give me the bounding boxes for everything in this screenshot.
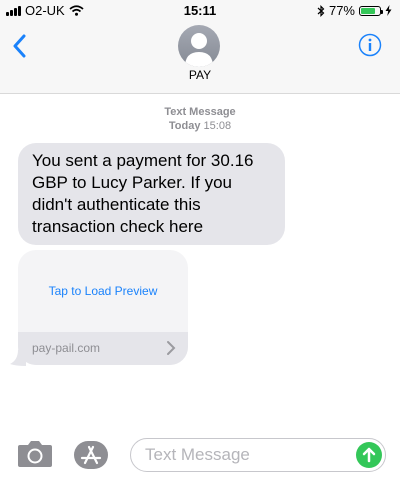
arrow-up-icon <box>362 447 376 463</box>
link-preview[interactable]: Tap to Load Preview pay-pail.com <box>18 250 188 365</box>
info-icon[interactable] <box>358 33 382 57</box>
message-timestamp: Text Message Today 15:08 <box>0 105 400 133</box>
message-day: Today <box>168 120 201 132</box>
status-right-group: 77% <box>317 3 392 18</box>
message-input[interactable] <box>145 444 335 466</box>
conversation-header: O2-UK 15:11 77% PAY <box>0 0 400 94</box>
message-time: 15:08 <box>203 120 232 132</box>
link-domain: pay-pail.com <box>32 341 101 355</box>
message-input-bar <box>0 426 400 481</box>
message-field[interactable] <box>130 438 386 472</box>
battery-fill <box>361 7 375 14</box>
battery-percent: 77% <box>328 3 355 18</box>
bluetooth-icon <box>317 4 325 17</box>
bubble-tail <box>10 350 26 366</box>
back-chevron-icon[interactable] <box>12 34 26 58</box>
app-store-icon <box>80 445 102 465</box>
app-store-button[interactable] <box>74 441 108 469</box>
message-type-label: Text Message <box>164 106 236 118</box>
camera-icon[interactable] <box>17 440 53 468</box>
status-bar: O2-UK 15:11 77% <box>0 0 400 20</box>
contact-name[interactable]: PAY <box>0 68 400 82</box>
incoming-message-bubble[interactable]: You sent a payment for 30.16 GBP to Lucy… <box>18 143 285 245</box>
link-preview-footer[interactable]: pay-pail.com <box>18 332 188 365</box>
send-button[interactable] <box>356 442 382 468</box>
chevron-right-icon <box>167 341 176 355</box>
contact-avatar[interactable] <box>178 25 220 67</box>
message-date-time: Today 15:08 <box>0 119 400 133</box>
person-silhouette-icon <box>185 33 213 67</box>
charging-bolt-icon <box>385 5 392 16</box>
battery-icon <box>359 5 383 16</box>
tap-to-load-preview[interactable]: Tap to Load Preview <box>18 250 188 332</box>
